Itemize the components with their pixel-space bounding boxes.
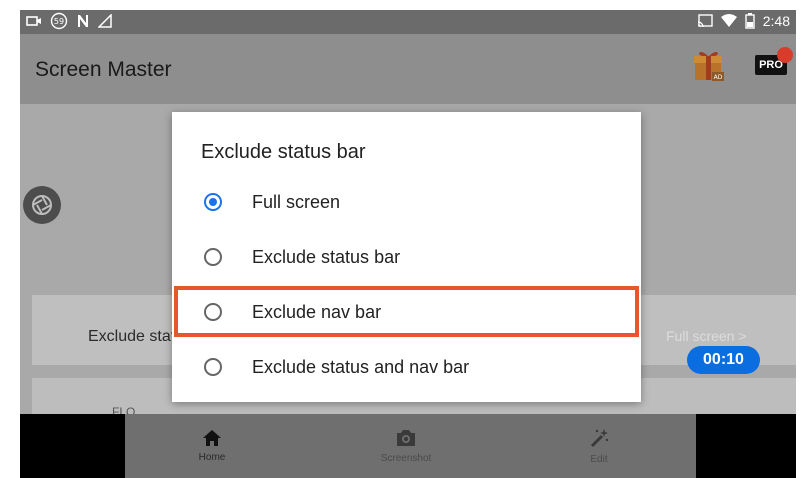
option-exclude-status-bar[interactable]: Exclude status bar bbox=[188, 234, 625, 280]
radio-unselected-icon[interactable] bbox=[204, 248, 222, 266]
n-icon bbox=[76, 13, 90, 29]
nav-item-home[interactable]: Home bbox=[157, 414, 267, 478]
svg-text:AD: AD bbox=[714, 74, 723, 81]
magic-wand-icon bbox=[590, 428, 609, 447]
nav-label-home: Home bbox=[198, 451, 226, 463]
radio-unselected-icon[interactable] bbox=[204, 303, 222, 321]
home-icon bbox=[203, 429, 221, 446]
screen-record-icon bbox=[26, 13, 42, 29]
option-label: Full screen bbox=[252, 191, 341, 212]
option-exclude-nav-bar[interactable]: Exclude nav bar bbox=[188, 289, 625, 335]
timer-pill[interactable]: 00:10 bbox=[687, 346, 760, 374]
camera-icon bbox=[397, 429, 415, 446]
option-exclude-status-and-nav-bar[interactable]: Exclude status and nav bar bbox=[188, 344, 625, 390]
nav-label-edit: Edit bbox=[590, 453, 608, 465]
gift-ad-icon[interactable]: AD bbox=[692, 46, 726, 82]
nav-item-screenshot[interactable]: Screenshot bbox=[351, 414, 461, 478]
pro-badge[interactable]: PRO bbox=[755, 47, 793, 75]
device-screen: 59 2:48 Screen Master AD PRO Exclude sta… bbox=[20, 10, 796, 478]
option-label: Exclude status bar bbox=[252, 246, 401, 267]
camera-shutter-icon[interactable] bbox=[23, 186, 61, 224]
wifi-icon bbox=[720, 13, 737, 29]
battery-icon bbox=[745, 13, 755, 29]
radio-selected-icon[interactable] bbox=[204, 193, 222, 211]
pro-sale-dot bbox=[777, 47, 793, 63]
notification-59-icon: 59 bbox=[50, 12, 68, 30]
option-full-screen[interactable]: Full screen bbox=[188, 179, 625, 225]
signal-triangle-icon bbox=[98, 13, 112, 29]
dialog-title: Exclude status bar bbox=[201, 141, 366, 163]
app-title: Screen Master bbox=[35, 58, 172, 81]
option-label: Exclude nav bar bbox=[252, 301, 382, 322]
chevron-right-icon: > bbox=[738, 328, 747, 344]
radio-unselected-icon[interactable] bbox=[204, 358, 222, 376]
exclude-dialog: Exclude status bar Full screen Exclude s… bbox=[172, 112, 641, 402]
svg-text:59: 59 bbox=[54, 17, 64, 26]
nav-label-screenshot: Screenshot bbox=[380, 452, 432, 464]
status-time: 2:48 bbox=[762, 13, 790, 29]
nav-item-edit[interactable]: Edit bbox=[544, 414, 654, 478]
setting-value: Full screen > bbox=[666, 328, 747, 344]
cast-icon bbox=[697, 13, 713, 29]
status-bar: 59 2:48 bbox=[20, 10, 796, 34]
option-label: Exclude status and nav bar bbox=[252, 356, 470, 377]
